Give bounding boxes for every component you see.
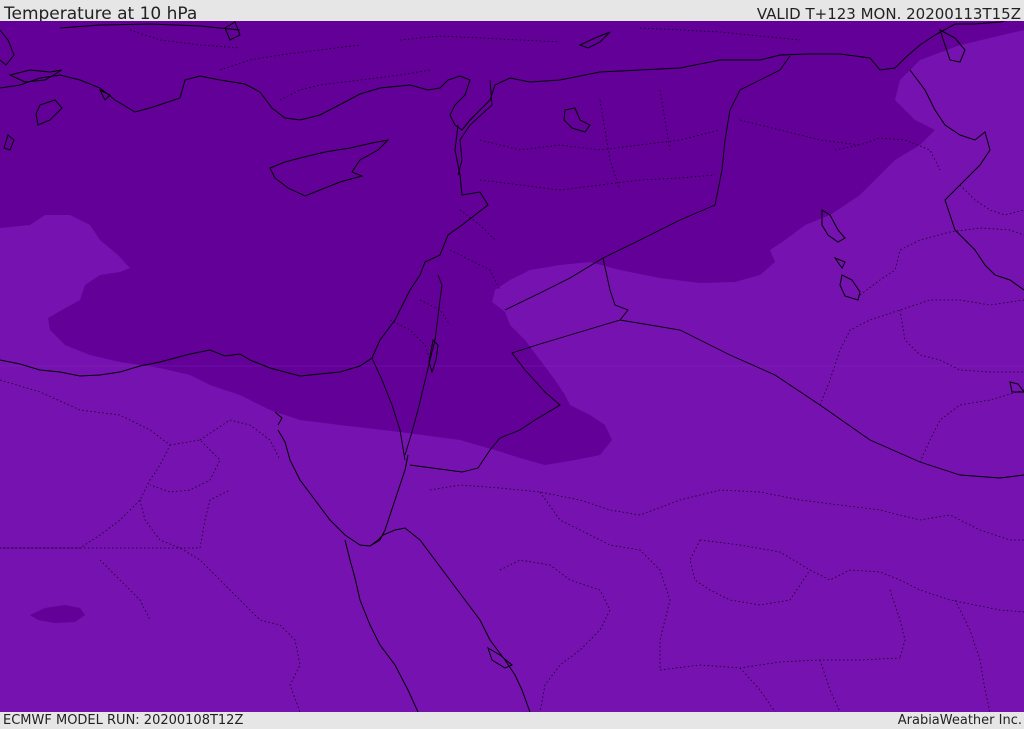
model-run-label: ECMWF MODEL RUN: 20200108T12Z [3,713,244,728]
footer-bar: ECMWF MODEL RUN: 20200108T12Z ArabiaWeat… [0,712,1024,729]
map-panel [0,21,1024,712]
temperature-map [0,21,1024,712]
credit-label: ArabiaWeather Inc. [897,713,1022,728]
header-bar: Temperature at 10 hPa VALID T+123 MON. 2… [0,0,1024,24]
